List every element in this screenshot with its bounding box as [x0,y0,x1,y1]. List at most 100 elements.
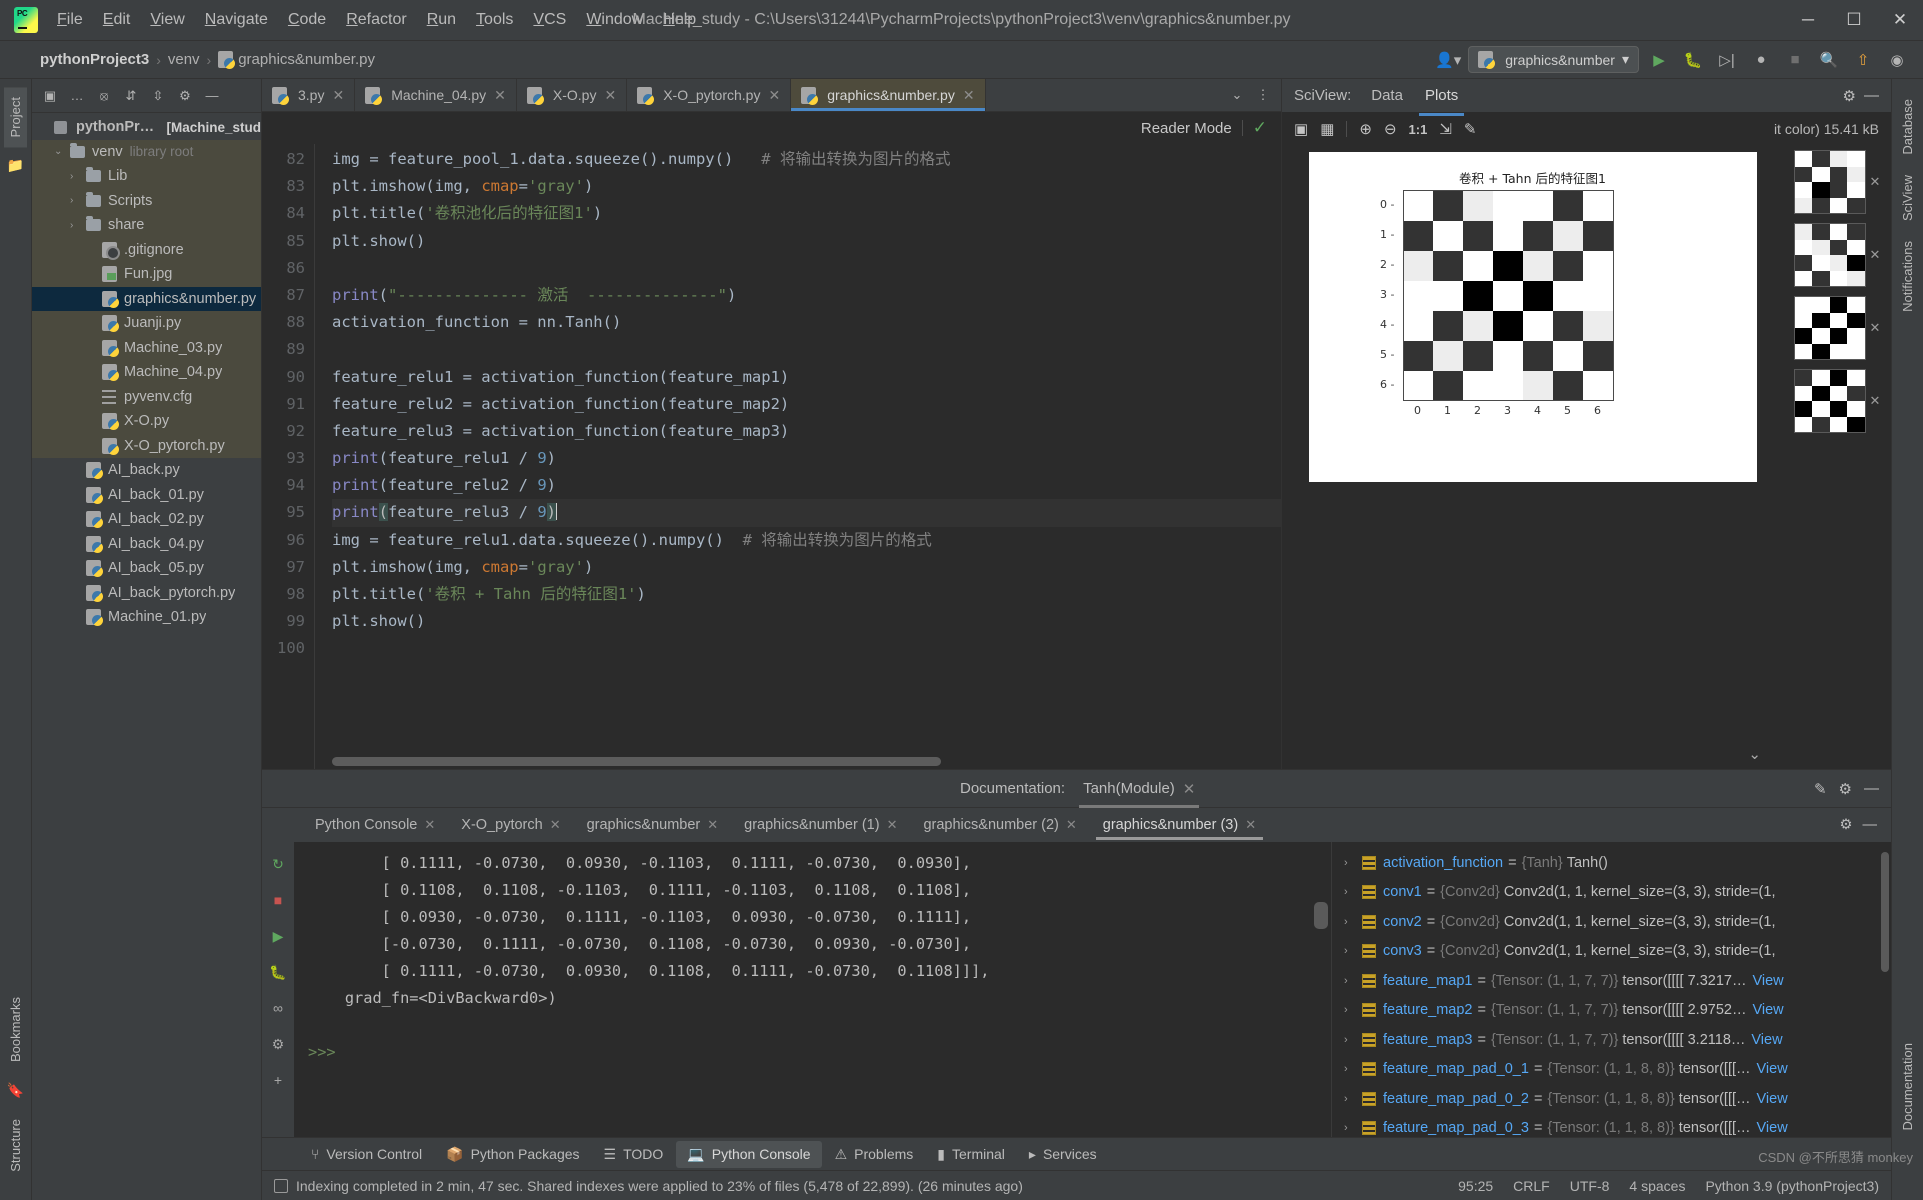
gear-icon[interactable]: ⚙ [173,84,197,108]
zoom-out-icon[interactable]: ⊖ [1384,120,1397,138]
window-icon[interactable]: ▣ [38,84,62,108]
tree-item-pythonproject3[interactable]: pythonProject3[Machine_stud [32,115,261,140]
menu-code[interactable]: Code [279,7,335,33]
tree-item-venv[interactable]: ⌄ venv library root [32,139,261,164]
variable-row[interactable]: › conv2 = {Conv2d} Conv2d(1, 1, kernel_size… [1332,907,1891,937]
plot-thumbnail-row[interactable]: ✕ [1793,150,1881,214]
breadcrumb-venv[interactable]: venv [168,51,200,68]
editor-tab-graphics-number-py[interactable]: graphics&number.py ✕ [791,79,986,111]
editor-tab-x-o-py[interactable]: X-O.py ✕ [517,79,628,111]
code-line[interactable]: plt.show() [332,608,1281,635]
toolwindow-pythonconsole[interactable]: 💻 Python Console [676,1140,822,1168]
menu-refactor[interactable]: Refactor [337,7,415,33]
expand-arrow-icon[interactable]: › [1344,1063,1362,1075]
close-icon[interactable]: ✕ [1870,247,1881,263]
stop-button[interactable]: ■ [1781,46,1809,73]
tree-item-machine-01-py[interactable]: Machine_01.py [32,605,261,630]
variable-row[interactable]: › feature_map_pad_0_2 = {Tensor: (1, 1, 8, … [1332,1084,1891,1114]
gear-icon[interactable]: ⚙ [1843,87,1856,105]
run-button[interactable]: ▶ [1645,46,1673,73]
run-configuration-selector[interactable]: graphics&number ▾ [1468,46,1639,73]
expand-arrow-icon[interactable]: › [70,195,86,206]
horizontal-scrollbar[interactable] [332,757,941,766]
menu-file[interactable]: File [48,7,92,33]
run-icon[interactable]: ▶ [266,924,290,948]
expand-arrow-icon[interactable]: › [1344,886,1362,898]
console-scrollbar[interactable] [1314,902,1328,929]
tree-item-ai-back-05-py[interactable]: AI_back_05.py [32,556,261,581]
python-interpreter[interactable]: Python 3.9 (pythonProject3) [1705,1178,1879,1194]
variable-row[interactable]: › feature_map_pad_0_3 = {Tensor: (1, 1, 8, … [1332,1114,1891,1138]
console-tab-graphics-number[interactable]: graphics&number ✕ [574,810,732,840]
view-link[interactable]: View [1757,1061,1788,1077]
close-icon[interactable]: ✕ [1870,174,1881,190]
inspection-ok-icon[interactable]: ✓ [1253,118,1267,138]
tree-item-machine-04-py[interactable]: Machine_04.py [32,360,261,385]
menu-window[interactable]: Window [577,7,652,33]
expand-all-icon[interactable]: ⇵ [119,84,143,108]
tree-item-x-o-pytorch-py[interactable]: X-O_pytorch.py [32,433,261,458]
close-icon[interactable]: ✕ [887,817,898,833]
tree-item-x-o-py[interactable]: X-O.py [32,409,261,434]
variable-row[interactable]: › activation_function = {Tanh} Tanh() [1332,848,1891,878]
link-icon[interactable]: ∞ [266,996,290,1020]
console-tab-python-console[interactable]: Python Console ✕ [302,810,448,840]
menu-vcs[interactable]: VCS [524,7,575,33]
variable-row[interactable]: › feature_map3 = {Tensor: (1, 1, 7, 7)} ten… [1332,1025,1891,1055]
run-with-coverage-icon[interactable]: ▷| [1713,46,1741,73]
gear-icon[interactable]: ⚙ [266,1032,290,1056]
expand-arrow-icon[interactable]: ⌄ [54,146,70,157]
debug-icon[interactable]: 🐛 [1679,46,1707,73]
code-line[interactable] [332,635,1281,662]
variable-row[interactable]: › conv3 = {Conv2d} Conv2d(1, 1, kernel_size… [1332,937,1891,967]
console-output[interactable]: [ 0.1111, -0.0730, 0.0930, -0.1103, 0.11… [294,842,1331,1137]
search-icon[interactable]: 🔍 [1815,46,1843,73]
plot-thumbnail[interactable] [1793,296,1866,360]
code-line[interactable]: feature_relu3 = activation_function(feat… [332,418,1281,445]
menu-navigate[interactable]: Navigate [196,7,277,33]
expand-arrow-icon[interactable]: › [70,220,86,231]
close-icon[interactable]: ✕ [1870,320,1881,336]
close-icon[interactable]: ✕ [494,87,506,104]
close-icon[interactable]: ✕ [550,817,561,833]
console-tab-graphics-number--2-[interactable]: graphics&number (2) ✕ [910,810,1089,840]
tool-tab-project[interactable]: Project [4,87,27,148]
plot-thumbnail[interactable] [1793,223,1866,287]
tree-item-machine-03-py[interactable]: Machine_03.py [32,335,261,360]
code-line[interactable]: img = feature_pool_1.data.squeeze().nump… [332,146,1281,173]
reader-mode-label[interactable]: Reader Mode [1141,120,1232,137]
close-icon[interactable]: ✕ [768,87,780,104]
view-link[interactable]: View [1757,1091,1788,1107]
color-picker-icon[interactable]: ✎ [1464,120,1477,138]
code-line[interactable]: print(feature_relu1 / 9) [332,445,1281,472]
grid-icon[interactable]: ▦ [1320,120,1334,138]
tree-item-scripts[interactable]: › Scripts [32,188,261,213]
plot-thumbnail[interactable] [1793,150,1866,214]
menu-run[interactable]: Run [418,7,465,33]
updates-icon[interactable]: ⇧ [1849,46,1877,73]
code-line[interactable]: print(feature_relu2 / 9) [332,472,1281,499]
rerun-icon[interactable]: ↻ [266,852,290,876]
code-line[interactable]: print("-------------- 激活 --------------"… [332,282,1281,309]
plot-thumbnail-row[interactable]: ✕ [1793,369,1880,433]
code-line[interactable]: plt.imshow(img, cmap='gray') [332,173,1281,200]
code-line[interactable] [332,255,1281,282]
expand-arrow-icon[interactable]: › [1344,1093,1362,1105]
tool-tab-sciview[interactable]: SciView [1896,165,1919,231]
tab-plots[interactable]: Plots [1418,81,1465,116]
chevron-down-icon[interactable]: ⌄ [1748,745,1761,763]
editor-tab-machine-04-py[interactable]: Machine_04.py ✕ [355,79,517,111]
variable-row[interactable]: › feature_map1 = {Tensor: (1, 1, 7, 7)} ten… [1332,966,1891,996]
tree-item--gitignore[interactable]: .gitignore [32,237,261,262]
ide-icon[interactable]: ◉ [1883,46,1911,73]
toolwindow-problems[interactable]: ⚠ Problems [824,1141,925,1168]
gear-icon[interactable]: ⚙ [1840,817,1853,833]
code-line[interactable]: plt.show() [332,228,1281,255]
checker-icon[interactable]: ▣ [1294,120,1308,138]
code-line[interactable] [332,336,1281,363]
expand-arrow-icon[interactable]: › [1344,1004,1362,1016]
menu-help[interactable]: Help [654,7,705,33]
ellipsis-icon[interactable]: … [65,84,89,108]
console-tab-graphics-number--3-[interactable]: graphics&number (3) ✕ [1090,810,1269,840]
close-icon[interactable]: ✕ [332,87,344,104]
